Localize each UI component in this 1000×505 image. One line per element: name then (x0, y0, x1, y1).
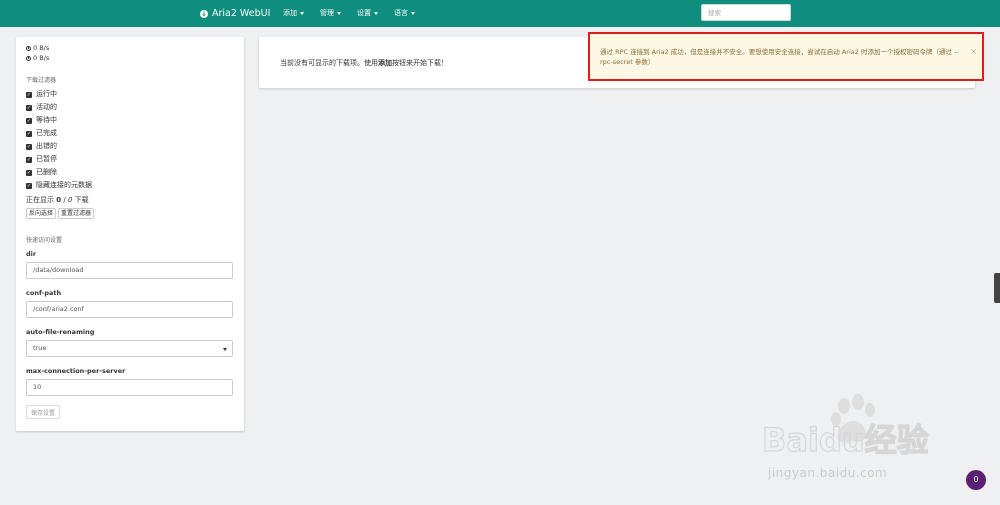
option-label-max-connection: max-connection-per-server (26, 367, 126, 375)
security-alert: 通过 RPC 连接到 Aria2 成功，但是连接并不安全。要想使用安全连接，尝试… (588, 32, 984, 81)
checkbox-checked-icon[interactable]: ✓ (26, 182, 32, 189)
download-speed-icon (26, 45, 31, 51)
reset-filter-button[interactable]: 重置过滤器 (58, 208, 95, 219)
close-icon[interactable]: × (970, 47, 977, 56)
search-input[interactable] (701, 4, 791, 21)
notification-badge[interactable]: 0 (966, 470, 986, 490)
showing-count: 正在显示 0 / 0 下载 (26, 196, 89, 204)
sidebar: 0 B/s 0 B/s 下载过滤器 ✓ 运行中 ✓ 活动的 ✓ 等待中 ✓ 已完成 ✓ 出… (16, 37, 244, 431)
quick-settings-title: 快速访问设置 (26, 237, 63, 244)
caret-down-icon (374, 11, 378, 15)
filter-error[interactable]: ✓ 出错的 (26, 140, 234, 153)
option-label-conf-path: conf-path (26, 289, 62, 297)
option-label-dir: dir (26, 250, 37, 258)
upload-speed: 0 B/s (26, 53, 234, 63)
nav-add-menu[interactable]: 添加 (283, 0, 304, 27)
checkbox-checked-icon[interactable]: ✓ (26, 130, 32, 137)
download-icon: ↓ (200, 9, 208, 18)
filter-removed[interactable]: ✓ 已删除 (26, 166, 234, 179)
checkbox-checked-icon[interactable]: ✓ (26, 143, 32, 150)
option-label-auto-file-renaming: auto-file-renaming (26, 328, 95, 336)
save-settings-button[interactable]: 保存设置 (26, 405, 61, 419)
download-speed: 0 B/s (26, 43, 234, 53)
filter-title: 下载过滤器 (26, 77, 57, 84)
empty-downloads-message: 当前没有可显示的下载项。使用添加按钮来开始下载！ (280, 59, 448, 67)
alert-text: 通过 RPC 连接到 Aria2 成功，但是连接并不安全。要想使用安全连接，尝试… (600, 48, 959, 66)
invert-filter-button[interactable]: 反向选择 (26, 208, 57, 219)
option-input-max-connection[interactable]: 10 (26, 379, 233, 396)
navbar: ↓ Aria2 WebUI 添加 管理 设置 语言 (0, 0, 1000, 27)
filter-active[interactable]: ✓ 活动的 (26, 101, 234, 114)
nav-language-menu[interactable]: 语言 (394, 0, 415, 27)
brand-title: Aria2 WebUI (212, 8, 271, 19)
nav-settings-menu[interactable]: 设置 (357, 0, 378, 27)
side-feedback-tab[interactable] (994, 273, 1000, 303)
option-input-dir[interactable]: /data/download (26, 262, 233, 279)
svg-text:Baidu经验: Baidu经验 (762, 421, 929, 459)
upload-speed-icon (26, 55, 31, 61)
watermark-url: jingyan.baidu.com (768, 466, 888, 480)
checkbox-checked-icon[interactable]: ✓ (26, 156, 32, 163)
filter-paused[interactable]: ✓ 已暂停 (26, 153, 234, 166)
caret-down-icon (411, 11, 415, 15)
filter-complete[interactable]: ✓ 已完成 (26, 127, 234, 140)
nav-menu: 添加 管理 设置 语言 (283, 0, 431, 27)
filter-waiting[interactable]: ✓ 等待中 (26, 114, 234, 127)
nav-manage-menu[interactable]: 管理 (320, 0, 341, 27)
filter-hide-metadata[interactable]: ✓ 隐藏连接的元数据 (26, 179, 234, 192)
filter-running[interactable]: ✓ 运行中 (26, 88, 234, 101)
caret-down-icon (300, 11, 304, 15)
option-input-conf-path[interactable]: /conf/aria2.conf (26, 301, 233, 318)
brand[interactable]: ↓ Aria2 WebUI (200, 0, 270, 27)
option-select-auto-file-renaming[interactable]: true (26, 340, 233, 357)
checkbox-checked-icon[interactable]: ✓ (26, 169, 32, 176)
checkbox-checked-icon[interactable]: ✓ (26, 104, 32, 111)
checkbox-checked-icon[interactable]: ✓ (26, 117, 32, 124)
caret-down-icon (337, 11, 341, 15)
checkbox-checked-icon[interactable]: ✓ (26, 91, 32, 98)
